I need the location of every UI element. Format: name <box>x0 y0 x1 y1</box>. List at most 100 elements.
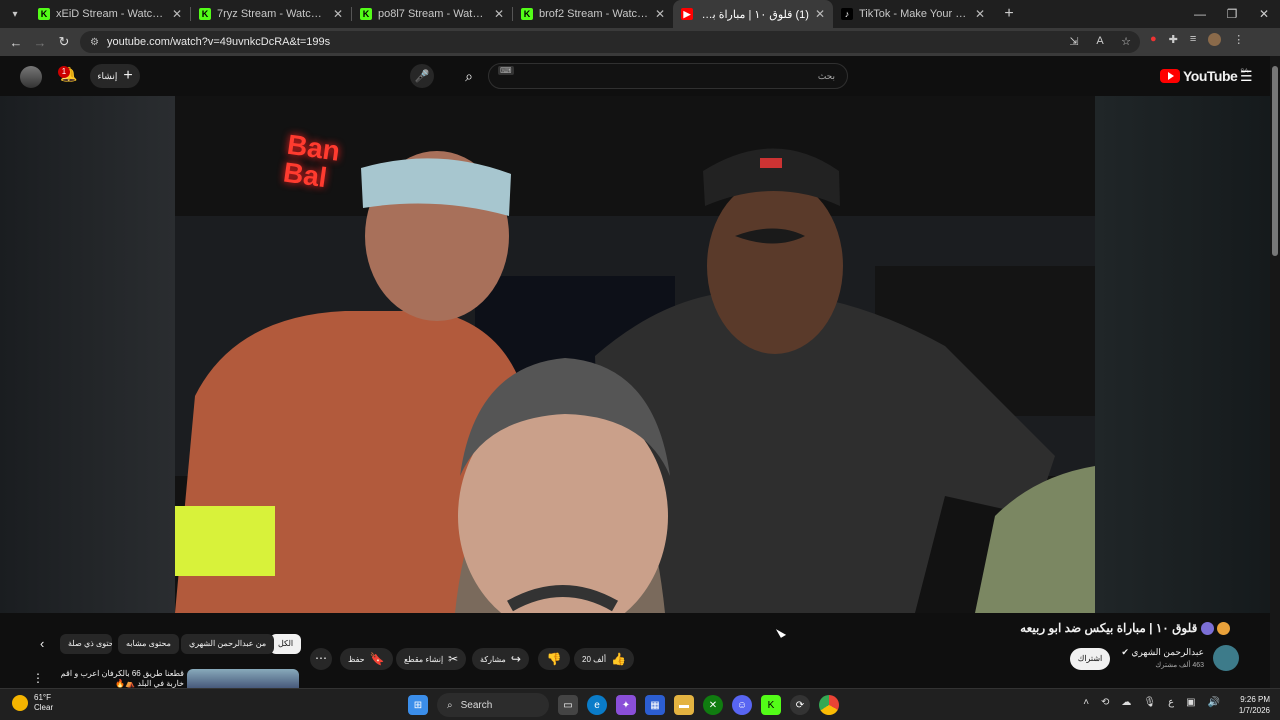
search-icon: ⌕ <box>447 699 453 711</box>
task-view-icon[interactable]: ▭ <box>558 695 578 715</box>
close-window-icon[interactable]: ✕ <box>1248 0 1280 28</box>
maximize-icon[interactable]: ❐ <box>1216 0 1248 28</box>
new-tab-button[interactable]: + <box>997 5 1021 23</box>
edge-browser-icon[interactable]: e <box>587 695 607 715</box>
recommended-title[interactable]: قطعنا طريق 66 بالكرفان اعرب و اقم خاربة … <box>60 669 184 689</box>
channel-name[interactable]: عبدالرحمن الشهري ✔ <box>1121 647 1204 658</box>
site-info-icon[interactable]: ⚙ <box>90 37 99 48</box>
thumbs-down-icon: 👎 <box>546 652 562 666</box>
tab-youtube-active[interactable]: ▶ (1) قلوق ١٠ | مباراة بيكس ضد ابو ✕ <box>673 0 833 28</box>
minimize-icon[interactable]: — <box>1184 0 1216 28</box>
share-button[interactable]: مشاركة ↪ <box>472 648 529 670</box>
youtube-logo[interactable]: YouTube SA <box>1160 68 1248 84</box>
network-icon[interactable]: ▣ <box>1186 697 1195 708</box>
tab-xeid[interactable]: K xEiD Stream - Watch Live on Ki ✕ <box>30 0 190 28</box>
extensions-puzzle-icon[interactable]: ✚ <box>1169 33 1178 46</box>
tab-title: po8l7 Stream - Watch Live on Ki <box>378 8 488 20</box>
channel-avatar[interactable] <box>1213 645 1239 671</box>
tab-strip: ▾ K xEiD Stream - Watch Live on Ki ✕ K 7… <box>0 0 1280 28</box>
tab-po8l7[interactable]: K po8l7 Stream - Watch Live on Ki ✕ <box>352 0 512 28</box>
app-icon[interactable]: ⟳ <box>790 695 810 715</box>
tab-title: brof2 Stream - Watch Live on Ki <box>539 8 649 20</box>
tab-7ryz[interactable]: K 7ryz Stream - Watch Live on Ki ✕ <box>191 0 351 28</box>
more-actions-icon[interactable]: ⋯ <box>310 648 332 670</box>
profile-icon[interactable] <box>1208 33 1222 46</box>
kick-icon: K <box>199 8 211 20</box>
subscribe-button[interactable]: اشتراك <box>1070 648 1110 670</box>
tab-search-button[interactable]: ▾ <box>4 4 26 24</box>
reload-icon[interactable]: ↻ <box>52 34 76 50</box>
bookmark-star-icon[interactable]: ☆ <box>1118 35 1134 51</box>
notification-badge: 1 <box>58 66 70 78</box>
chrome-icon[interactable] <box>819 695 839 715</box>
windows-start-icon[interactable]: ⊞ <box>408 695 428 715</box>
microsoft-store-icon[interactable]: ▦ <box>645 695 665 715</box>
search-icon[interactable]: ⌕ <box>455 64 483 88</box>
video-title: قلوق ١٠ | مباراة بيكس ضد ابو ربيعه <box>1020 621 1230 636</box>
install-icon[interactable]: ⇲ <box>1066 35 1082 51</box>
voice-search-mic-icon[interactable]: 🎤 <box>410 64 434 88</box>
recommended-menu-icon[interactable]: ⋮ <box>32 671 44 685</box>
video-frame[interactable]: Ban Bal <box>175 96 1095 613</box>
taskbar-search[interactable]: ⌕ Search <box>437 693 549 717</box>
youtube-wordmark: YouTube <box>1183 68 1238 84</box>
close-icon[interactable]: ✕ <box>333 7 343 21</box>
back-icon[interactable]: ← <box>4 35 28 50</box>
chrome-menu-icon[interactable]: ⋮ <box>1233 33 1244 46</box>
clip-button[interactable]: إنشاء مقطع ✂ <box>396 648 467 670</box>
chevron-left-icon[interactable]: ‹ <box>40 636 44 651</box>
taskbar-clock[interactable]: 9:26 PM 1/7/2026 <box>1239 694 1270 716</box>
tab-tiktok[interactable]: ♪ TikTok - Make Your Day ✕ <box>833 0 993 28</box>
video-player[interactable]: Ban Bal <box>0 96 1270 613</box>
tray-overflow-icon[interactable]: ˄ <box>1083 697 1089 708</box>
chip-similar[interactable]: محتوى مشابه <box>118 634 179 654</box>
close-icon[interactable]: ✕ <box>655 7 665 21</box>
clock-time: 9:26 PM <box>1240 695 1270 704</box>
recommended-thumbnail[interactable] <box>187 669 299 689</box>
discord-icon[interactable]: ☺ <box>732 695 752 715</box>
tab-title: 7ryz Stream - Watch Live on Ki <box>217 8 327 20</box>
address-bar[interactable]: ⚙ youtube.com/watch?v=49uvnkcDcRA&t=199s… <box>80 31 1140 53</box>
translate-icon[interactable]: A <box>1092 35 1108 51</box>
search-input[interactable]: بحث <box>488 63 848 89</box>
share-icon: ↪ <box>510 652 521 666</box>
volume-icon[interactable]: 🔊 <box>1208 697 1220 708</box>
close-icon[interactable]: ✕ <box>975 7 985 21</box>
media-control-icon[interactable]: ≡ <box>1190 33 1196 46</box>
tab-brof2[interactable]: K brof2 Stream - Watch Live on Ki ✕ <box>513 0 673 28</box>
xbox-icon[interactable]: ✕ <box>703 695 723 715</box>
page-scrollbar[interactable] <box>1270 56 1280 688</box>
keyboard-icon[interactable]: ⌨ <box>498 66 514 75</box>
tray-app-icon[interactable]: ⟲ <box>1101 697 1109 708</box>
input-language[interactable]: ع <box>1168 697 1174 708</box>
chip-all[interactable]: الكل <box>270 634 302 654</box>
close-icon[interactable]: ✕ <box>815 7 825 21</box>
dislike-button[interactable]: 👎 <box>538 648 570 670</box>
verified-badge-icon: ✔ <box>1121 647 1129 657</box>
account-avatar[interactable] <box>20 66 42 88</box>
weather-sun-icon <box>12 695 28 711</box>
copilot-icon[interactable]: ✦ <box>616 695 636 715</box>
bookmark-icon: 🔖 <box>369 652 385 666</box>
weather-desc: Clear <box>34 703 54 712</box>
kick-icon[interactable]: K <box>761 695 781 715</box>
forward-icon[interactable]: → <box>28 35 52 50</box>
weather-widget[interactable]: 61°F Clear <box>12 693 53 713</box>
create-button[interactable]: إنشاء + <box>90 64 140 88</box>
kick-icon: K <box>521 8 533 20</box>
guide-menu-icon[interactable]: ☰ <box>1240 68 1253 85</box>
toolbar-extensions: ● ✚ ≡ ⋮ <box>1150 33 1244 46</box>
chip-related[interactable]: محتوى ذي صلة <box>60 634 112 654</box>
extension-red-icon[interactable]: ● <box>1150 33 1157 46</box>
file-explorer-icon[interactable]: ▬ <box>674 695 694 715</box>
microphone-icon[interactable]: 🎙 <box>1143 697 1156 708</box>
window-controls: — ❐ ✕ <box>1184 0 1280 28</box>
save-button[interactable]: حفظ 🔖 <box>340 648 393 670</box>
browser-toolbar: ← → ↻ ⚙ youtube.com/watch?v=49uvnkcDcRA&… <box>0 28 1280 56</box>
chip-from-channel[interactable]: من عبدالرحمن الشهري <box>181 634 275 654</box>
scrollbar-thumb[interactable] <box>1272 66 1278 256</box>
close-icon[interactable]: ✕ <box>494 7 504 21</box>
onedrive-icon[interactable]: ☁ <box>1121 697 1131 708</box>
like-button[interactable]: 20 ألف 👍 <box>574 648 635 670</box>
close-icon[interactable]: ✕ <box>172 7 182 21</box>
